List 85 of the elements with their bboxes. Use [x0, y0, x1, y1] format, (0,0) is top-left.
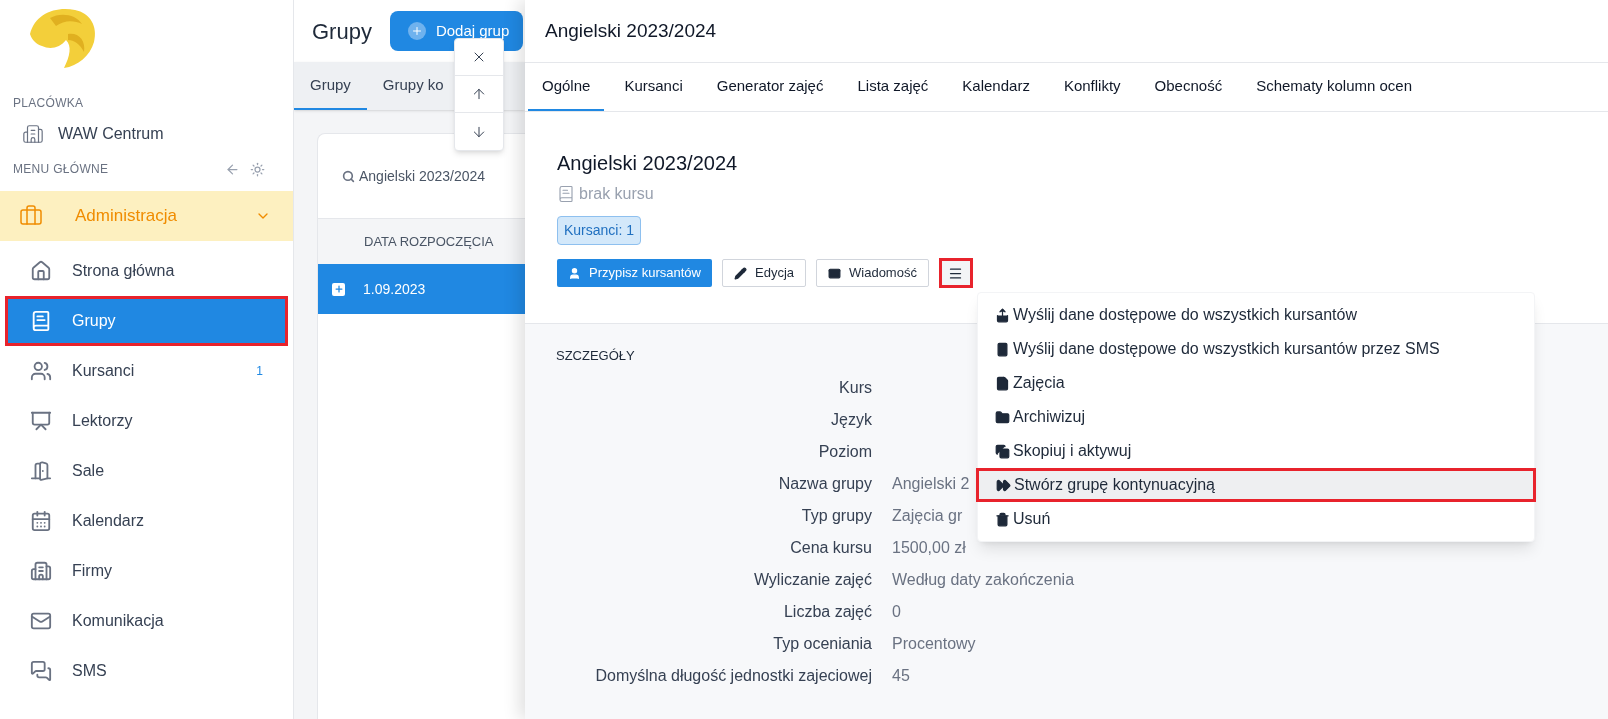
field-value: 45 [892, 665, 910, 686]
house-icon [30, 260, 52, 282]
field-label: Wyliczanie zajęć [752, 569, 872, 590]
sidebar-item[interactable]: Kalendarz [5, 496, 288, 546]
menu-item[interactable]: Usuń [978, 502, 1534, 536]
menu-item[interactable]: Wyślij dane dostępowe do wszystkich kursantów przez SMS [978, 332, 1534, 366]
tab[interactable]: Generator zajęć [702, 63, 838, 111]
course-name: brak kursu [579, 184, 654, 204]
action-button[interactable]: Edycja [722, 259, 806, 287]
section-label: PLACÓWKA [12, 94, 85, 112]
count-badge: Kursanci: 1 [557, 216, 642, 245]
sidebar-item[interactable]: Kursanci 1 [5, 346, 288, 396]
tab[interactable]: Ogólne [528, 63, 605, 111]
calendar-icon [30, 510, 52, 532]
tab[interactable]: Kursanci [610, 63, 697, 111]
sidebar-item[interactable]: Komunikacja [5, 596, 288, 646]
book-icon [30, 310, 52, 332]
field-label: Cena kursu [789, 537, 872, 558]
tab[interactable]: Lista zajęć [843, 63, 943, 111]
field-label: Poziom [817, 441, 872, 462]
door-icon [30, 460, 52, 482]
field-label: Domyślna długość jednostki zajeciowej [594, 665, 872, 686]
fast-forward-icon [996, 477, 1011, 493]
sidebar-item[interactable]: Firmy [5, 546, 288, 596]
menu-item[interactable]: Skopiuj i aktywuj [978, 434, 1534, 468]
action-button[interactable]: Przypisz kursantów [557, 259, 712, 287]
sidebar-item[interactable]: Strona główna [5, 246, 288, 296]
section-label: MENU GŁÓWNE [13, 160, 110, 178]
trash-icon [995, 511, 1010, 527]
menu-button[interactable] [938, 258, 973, 288]
plus-icon [407, 22, 426, 40]
copy-icon [995, 443, 1010, 459]
action-button[interactable]: Wiadomość [816, 259, 929, 287]
pencil-icon [734, 266, 747, 280]
menu-item[interactable]: Archiwizuj [978, 400, 1534, 434]
tab[interactable]: Schematy kolumn ocen [1242, 63, 1427, 111]
field-label: Liczba zajęć [782, 601, 872, 622]
briefcase-icon [19, 204, 43, 228]
book-icon [557, 185, 575, 203]
field-label: Język [830, 409, 872, 430]
field-value: Zajęcia gr [892, 505, 963, 526]
branch-name: WAW Centrum [58, 124, 164, 144]
phone-icon [995, 341, 1010, 357]
building-icon [22, 123, 44, 145]
search-field[interactable]: Angielski 2023/2024 [359, 165, 486, 187]
drawer-title: Angielski 2023/2024 [545, 18, 717, 43]
chat-bubbles-icon [30, 660, 52, 682]
field-label: Typ grupy [800, 505, 872, 526]
section-title: Administracja [75, 205, 179, 228]
building-icon [30, 560, 52, 582]
menu-icon [948, 265, 964, 281]
page-title: Grupy [312, 17, 372, 46]
teacher-board-icon [30, 410, 52, 432]
theme-icon[interactable] [250, 161, 265, 177]
menu-item[interactable]: Stwórz grupę kontynuacyjną [976, 468, 1536, 502]
field-label: Typ oceniania [772, 633, 872, 654]
tab[interactable]: Kalendarz [948, 63, 1044, 111]
sidebar-item[interactable]: SMS [5, 646, 288, 696]
tab[interactable]: Obecność [1140, 63, 1237, 111]
menu-item[interactable]: Wyślij dane dostępowe do wszystkich kursantów [978, 298, 1534, 332]
user-icon [568, 266, 581, 280]
field-value: 0 [892, 601, 901, 622]
count-label: 1 [256, 363, 263, 380]
tab[interactable]: Grupy [294, 62, 367, 110]
people-icon [30, 360, 52, 382]
share-icon [995, 307, 1010, 323]
sidebar-item[interactable]: Grupy [5, 296, 288, 346]
field-value: 1500,00 zł [892, 537, 966, 558]
expand-icon[interactable] [332, 282, 345, 296]
menu-item[interactable]: Zajęcia [978, 366, 1534, 400]
folder-icon [995, 409, 1010, 425]
field-value: Procentowy [892, 633, 976, 654]
file-icon [995, 375, 1010, 391]
field-label: Kurs [838, 377, 872, 398]
field-label: Nazwa grupy [777, 473, 872, 494]
search-icon [342, 169, 355, 183]
field-value: Według daty zakończenia [892, 569, 1075, 590]
column-header: DATA ROZPOCZĘCIA [364, 232, 494, 251]
section-heading: SZCZEGÓŁY [556, 347, 635, 365]
sidebar-item[interactable]: Sale [5, 446, 288, 496]
table-row[interactable]: 1.09.2023 [318, 264, 525, 314]
group-title: Angielski 2023/2024 [557, 151, 738, 176]
field-value: Angielski 2 [892, 473, 970, 494]
tab[interactable]: Konflikty [1049, 63, 1135, 111]
sidebar-item[interactable]: Lektorzy [5, 396, 288, 446]
